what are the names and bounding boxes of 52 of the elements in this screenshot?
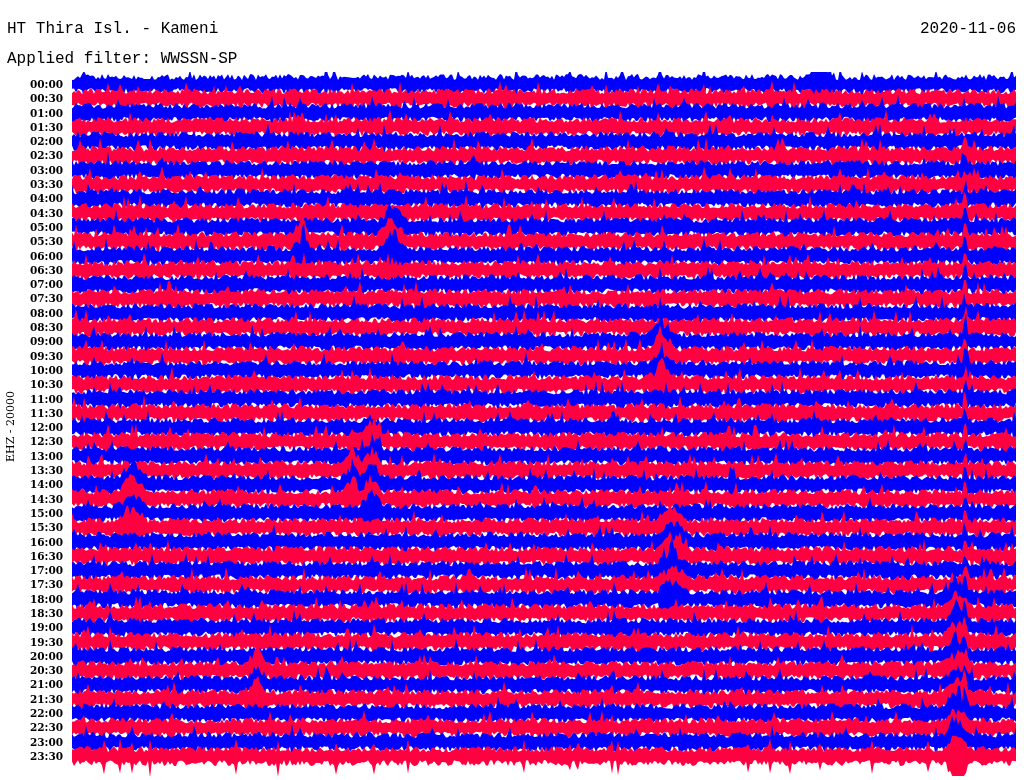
time-label: 21:00 xyxy=(29,677,63,692)
time-label: 08:30 xyxy=(29,320,63,335)
time-label: 05:30 xyxy=(29,234,63,249)
time-label: 11:00 xyxy=(29,391,63,406)
time-label: 13:00 xyxy=(29,448,63,463)
station-title: HT Thira Isl. - Kameni xyxy=(7,20,219,40)
time-label: 08:00 xyxy=(29,305,63,321)
time-label: 00:30 xyxy=(29,91,63,106)
time-label: 20:30 xyxy=(29,663,63,678)
time-label: 17:00 xyxy=(29,563,63,578)
time-label: 05:00 xyxy=(29,219,63,235)
time-label: 12:30 xyxy=(29,434,63,449)
time-label: 23:30 xyxy=(29,748,63,764)
time-label: 22:30 xyxy=(29,720,63,735)
time-label: 16:00 xyxy=(29,534,63,549)
time-label: 02:00 xyxy=(29,134,63,149)
time-label: 11:30 xyxy=(29,405,63,421)
time-label: 06:30 xyxy=(29,262,63,278)
time-label: 00:00 xyxy=(29,77,63,92)
time-label: 10:00 xyxy=(29,362,63,378)
filter-label: Applied filter: WWSSN-SP xyxy=(7,50,238,68)
time-label: 03:00 xyxy=(29,162,63,178)
time-label: 06:00 xyxy=(29,248,63,263)
time-label: 07:30 xyxy=(29,291,63,306)
time-label: 19:30 xyxy=(29,634,63,649)
time-label: 04:30 xyxy=(29,205,63,220)
time-label: 15:00 xyxy=(29,505,63,521)
time-label: 03:30 xyxy=(29,177,63,192)
time-label: 22:00 xyxy=(29,706,63,721)
time-label: 12:00 xyxy=(29,420,63,435)
time-label: 18:30 xyxy=(29,606,63,621)
time-label: 21:30 xyxy=(29,691,63,707)
time-label: 15:30 xyxy=(29,520,63,535)
time-label: 04:00 xyxy=(29,191,63,206)
time-label: 13:30 xyxy=(29,463,63,478)
time-label: 10:30 xyxy=(29,377,63,392)
time-label: 14:00 xyxy=(29,477,63,492)
time-label: 20:00 xyxy=(29,648,63,664)
time-label: 18:00 xyxy=(29,591,63,606)
date-label: 2020-11-06 xyxy=(920,20,1016,40)
time-label: 01:30 xyxy=(29,119,63,135)
time-label: 16:30 xyxy=(29,548,63,564)
time-label: 02:30 xyxy=(29,148,63,163)
time-label: 17:30 xyxy=(29,577,63,592)
time-label: 19:00 xyxy=(29,620,63,635)
time-label: 09:30 xyxy=(29,348,63,363)
time-label: 23:00 xyxy=(29,734,63,749)
channel-axis-label: EHZ - 20000 xyxy=(3,390,17,462)
time-label: 01:00 xyxy=(29,105,63,120)
time-label: 09:00 xyxy=(29,334,63,349)
time-label: 07:00 xyxy=(29,277,63,292)
time-label: 14:30 xyxy=(29,491,63,506)
